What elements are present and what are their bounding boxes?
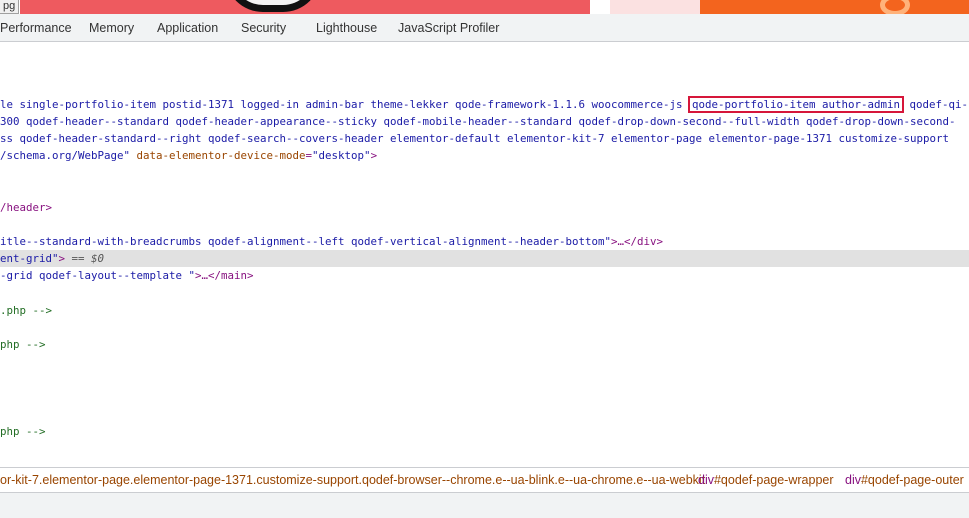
main-collapsed: >…</main> — [195, 269, 254, 282]
dom-line-page-title[interactable]: itle--standard-with-breadcrumbs qodef-al… — [0, 233, 663, 250]
breadcrumb-id: #qodef-page-wrapper — [713, 473, 834, 487]
main-class-value: -grid qodef-layout--template " — [0, 269, 196, 282]
page-title-class-value: itle--standard-with-breadcrumbs qodef-al… — [0, 235, 612, 248]
class-value-part-3: ss qodef-header-standard--right qodef-se… — [0, 132, 950, 145]
bottom-panel-bar — [0, 492, 969, 518]
html-comment: php --> — [0, 425, 46, 438]
preview-orange-block — [700, 0, 969, 14]
dom-line-comment-1[interactable]: .php --> — [0, 302, 52, 319]
devtools-tab-bar: Performance Memory Application Security … — [0, 14, 969, 42]
image-file-tag: pg — [0, 0, 20, 14]
device-mode-value: "desktop" — [312, 149, 371, 162]
page-title-collapsed: >…</div> — [611, 235, 664, 248]
header-close-tag: /header> — [0, 201, 53, 214]
tag-close: > — [370, 149, 378, 162]
html-comment: .php --> — [0, 304, 53, 317]
class-value-part-1b: qodef-qi- — [903, 98, 969, 111]
preview-pink-block — [610, 0, 700, 14]
device-mode-attr: data-elementor-device-mode — [130, 149, 306, 162]
page-preview-strip: pg — [0, 0, 969, 14]
itemtype-value: /schema.org/WebPage" — [0, 149, 131, 162]
breadcrumb-page-outer[interactable]: div#qodef-page-outer — [845, 468, 964, 492]
class-value-part-2: 300 qodef-header--standard qodef-header-… — [0, 115, 956, 128]
tab-javascript-profiler[interactable]: JavaScript Profiler — [398, 14, 499, 42]
selected-node-marker: == $0 — [65, 252, 105, 265]
breadcrumb-id: #qodef-page-outer — [860, 473, 964, 487]
dom-line-body-class-1[interactable]: le single-portfolio-item postid-1371 log… — [0, 96, 968, 113]
elements-tree: le single-portfolio-item postid-1371 log… — [0, 42, 969, 467]
tab-application[interactable]: Application — [157, 14, 218, 42]
tab-performance[interactable]: Performance — [0, 14, 72, 42]
dom-line-comment-2[interactable]: php --> — [0, 336, 46, 353]
content-grid-class-value: ent-grid" — [0, 252, 59, 265]
breadcrumb-body[interactable]: or-kit-7.elementor-page.elementor-page-1… — [0, 468, 705, 492]
tab-lighthouse[interactable]: Lighthouse — [316, 14, 377, 42]
tab-memory[interactable]: Memory — [89, 14, 134, 42]
highlighted-class-token[interactable]: qode-portfolio-item author-admin — [688, 96, 905, 113]
breadcrumb-page-wrapper[interactable]: div#qodef-page-wrapper — [698, 468, 834, 492]
dom-line-main[interactable]: -grid qodef-layout--template ">…</main> — [0, 267, 254, 284]
dom-line-body-class-2[interactable]: 300 qodef-header--standard qodef-header-… — [0, 113, 956, 130]
breadcrumb-tag: div — [698, 473, 714, 487]
dom-line-selected-content-grid[interactable]: ent-grid"> == $0 — [0, 250, 969, 267]
breadcrumb-tag: div — [845, 473, 861, 487]
preview-orange-stroke — [880, 0, 910, 14]
dom-line-header-close[interactable]: /header> — [0, 199, 52, 216]
class-value-part-1: le single-portfolio-item postid-1371 log… — [0, 98, 690, 111]
dom-breadcrumb: or-kit-7.elementor-page.elementor-page-1… — [0, 467, 969, 492]
dom-line-body-class-3[interactable]: ss qodef-header-standard--right qodef-se… — [0, 130, 949, 147]
dom-line-comment-3[interactable]: php --> — [0, 423, 46, 440]
html-comment: php --> — [0, 338, 46, 351]
tab-security[interactable]: Security — [241, 14, 286, 42]
dom-line-body-attrs[interactable]: /schema.org/WebPage" data-elementor-devi… — [0, 147, 377, 164]
